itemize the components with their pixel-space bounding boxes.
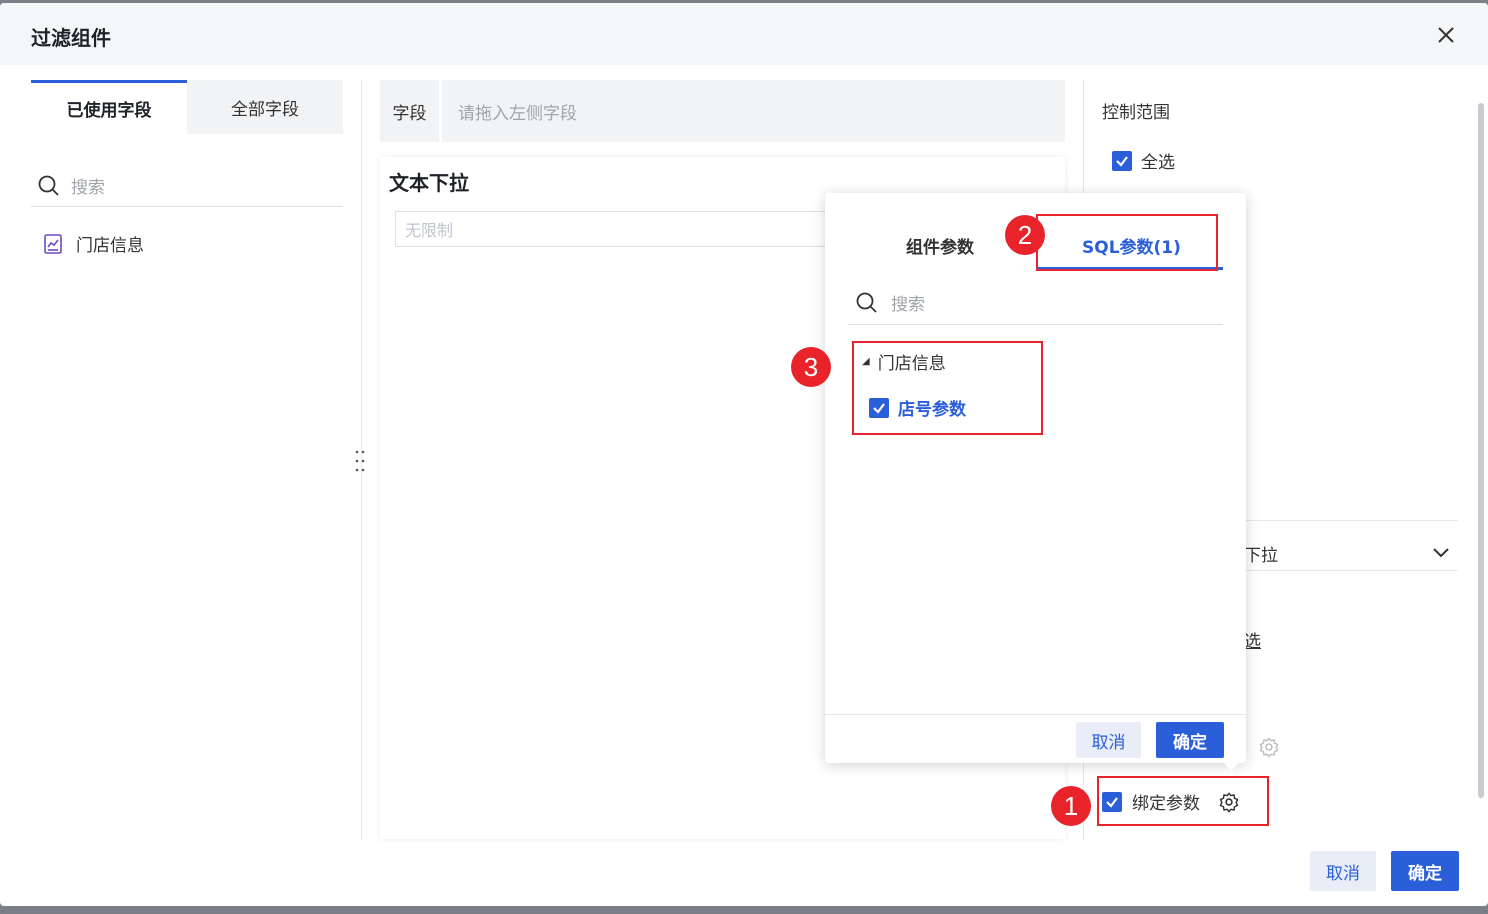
chart-icon: [44, 233, 62, 254]
filter-component-dialog: 过滤组件 已使用字段 全部字段 搜索 门店信息 字段 请拖入左侧字段 文本下拉 …: [0, 3, 1488, 906]
field-placeholder: 请拖入左侧字段: [458, 103, 577, 124]
field-search[interactable]: 搜索: [31, 165, 343, 207]
control-scope-title: 控制范围: [1102, 103, 1170, 123]
widget-type-dropdown-text[interactable]: 下拉: [1244, 541, 1278, 566]
dialog-title: 过滤组件: [31, 26, 111, 50]
annotation-badge-3: 3: [791, 347, 831, 387]
annotation-box-sql-tab: [1036, 214, 1218, 271]
annotation-badge-1: 1: [1051, 786, 1091, 826]
tree-item-store-info[interactable]: 门店信息: [42, 231, 144, 256]
tree-item-label: 门店信息: [76, 236, 144, 256]
widget-title: 文本下拉: [389, 171, 469, 195]
popup-ok-button[interactable]: 确定: [1156, 722, 1224, 758]
field-label: 字段: [380, 80, 442, 142]
checkbox-checked-icon: [1112, 150, 1132, 171]
right-scrollbar[interactable]: [1478, 103, 1484, 798]
select-all-label: 全选: [1141, 153, 1175, 173]
search-placeholder: 搜索: [891, 295, 925, 315]
annotation-badge-2: 2: [1005, 215, 1045, 255]
partial-link-text[interactable]: 选: [1244, 627, 1261, 652]
param-search[interactable]: 搜索: [848, 281, 1223, 325]
chevron-down-icon[interactable]: [1432, 545, 1450, 559]
select-all-checkbox[interactable]: 全选: [1112, 148, 1175, 173]
field-tabs: 已使用字段 全部字段: [31, 80, 343, 134]
tab-component-params[interactable]: 组件参数: [906, 233, 974, 258]
dialog-header: 过滤组件: [0, 3, 1488, 65]
dialog-cancel-button[interactable]: 取消: [1310, 851, 1376, 891]
search-placeholder: 搜索: [71, 178, 105, 198]
popup-footer-divider: [825, 714, 1246, 715]
tab-used-fields[interactable]: 已使用字段: [31, 80, 187, 134]
drag-handle-icon[interactable]: [352, 448, 368, 474]
text-dropdown-preview[interactable]: 无限制: [395, 211, 855, 247]
search-icon: [856, 292, 877, 313]
popup-arrow: [1221, 760, 1241, 771]
search-icon: [38, 175, 59, 196]
popup-cancel-button[interactable]: 取消: [1076, 722, 1141, 758]
annotation-box-param-tree: [852, 341, 1043, 435]
param-binding-popup: 组件参数 SQL参数(1) 搜索 ◢ 门店信息 店号参数 取消 确定: [825, 193, 1246, 763]
close-icon[interactable]: [1434, 23, 1458, 47]
field-drop-zone[interactable]: 字段 请拖入左侧字段: [380, 80, 1065, 142]
dialog-ok-button[interactable]: 确定: [1391, 851, 1459, 891]
gear-icon[interactable]: [1258, 736, 1280, 758]
tab-all-fields[interactable]: 全部字段: [187, 80, 343, 134]
annotation-box-bind-params: [1097, 776, 1269, 826]
